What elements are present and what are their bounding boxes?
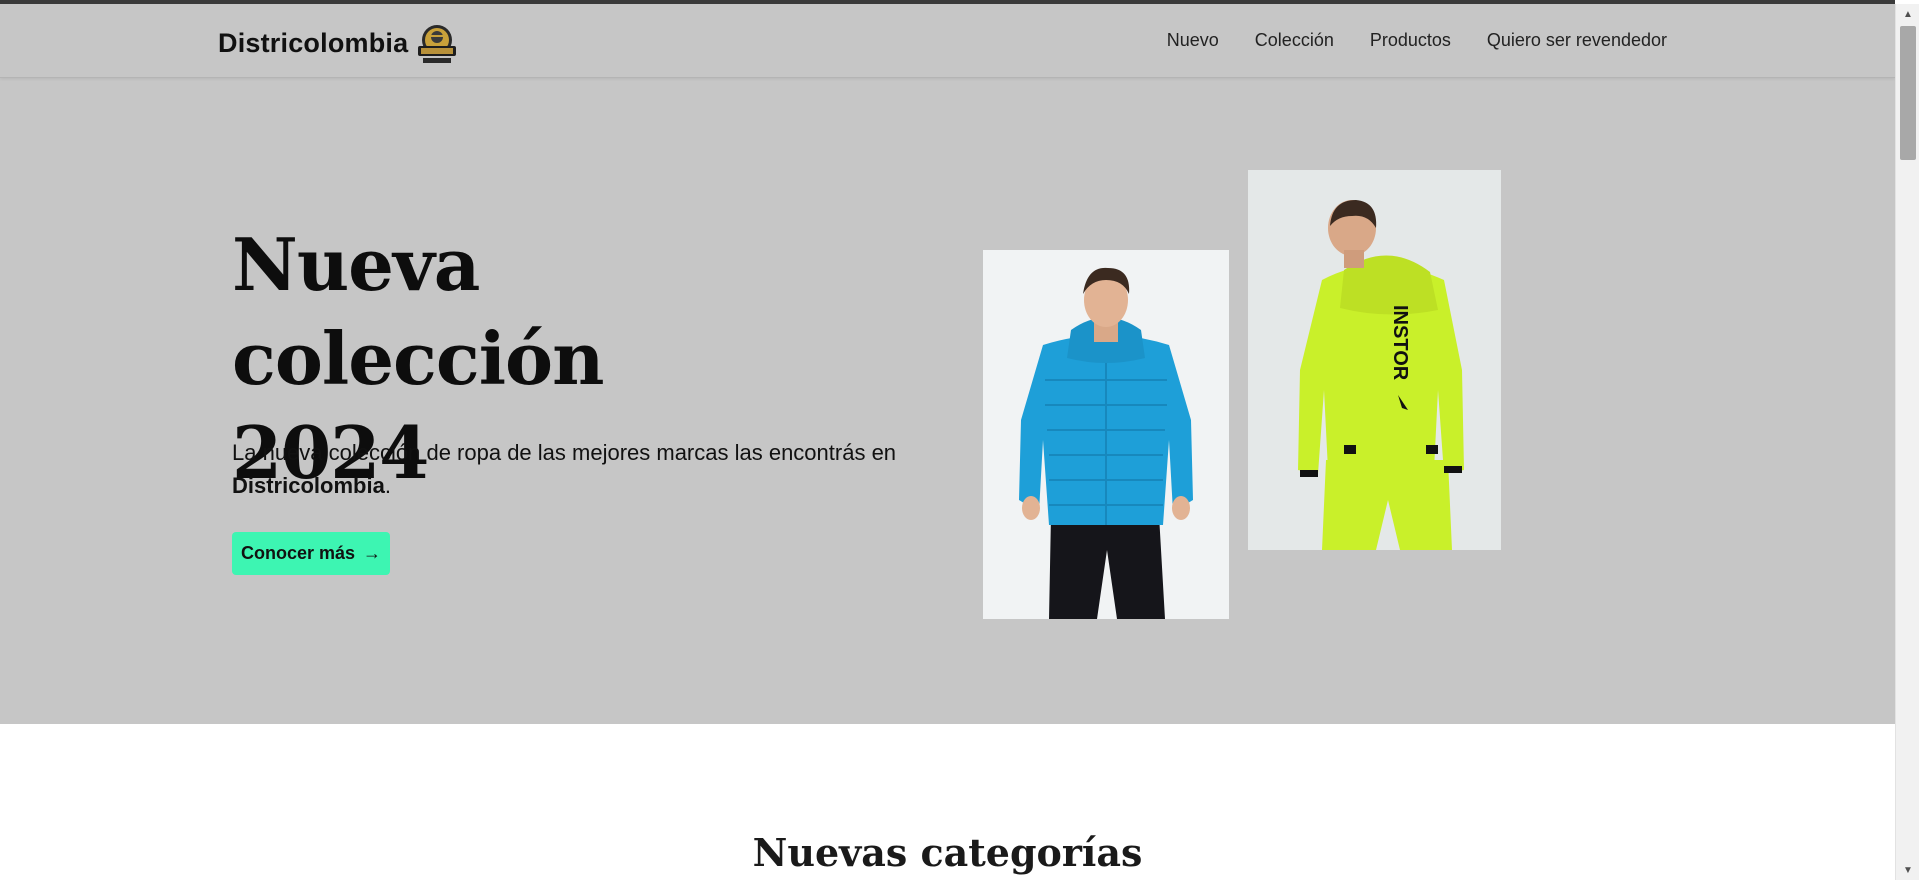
model-blue-jacket-photo [983,250,1229,619]
hero-section: Nueva colección 2024 La nueva colección … [0,78,1895,724]
nav-link-productos[interactable]: Productos [1370,30,1451,51]
conocer-mas-button[interactable]: Conocer más → [232,532,390,575]
model-green-jacket-photo: INSTOR [1248,170,1501,550]
navbar: Districolombia Nuevo Colección Productos… [0,4,1895,78]
scroll-thumb[interactable] [1900,26,1916,160]
nav-link-nuevo[interactable]: Nuevo [1167,30,1219,51]
hero-description: La nueva colección de ropa de las mejore… [232,436,912,502]
new-categories-title: Nuevas categorías [752,830,1143,875]
page: Districolombia Nuevo Colección Productos… [0,4,1895,880]
nav-link-revendedor[interactable]: Quiero ser revendedor [1487,30,1667,51]
arrow-right-icon: → [363,543,382,563]
hero-description-text: La nueva colección de ropa de las mejore… [232,440,897,465]
scroll-down-arrow-icon[interactable]: ▼ [1896,860,1919,880]
hero-description-end: . [384,473,391,498]
districolombia-logo-icon[interactable] [414,20,460,66]
svg-text:INSTOR: INSTOR [1389,305,1411,381]
nav-links: Nuevo Colección Productos Quiero ser rev… [1131,30,1667,51]
brand[interactable]: Districolombia [218,20,460,66]
hero-title-line1: Nueva colección [232,222,604,401]
brand-name[interactable]: Districolombia [218,28,408,59]
cta-label: Conocer más [240,543,356,563]
scroll-up-arrow-icon[interactable]: ▲ [1896,4,1919,24]
nav-link-coleccion[interactable]: Colección [1255,30,1334,51]
hero-description-brand: Districolombia [232,473,385,498]
vertical-scrollbar[interactable]: ▲ ▼ [1895,4,1919,880]
